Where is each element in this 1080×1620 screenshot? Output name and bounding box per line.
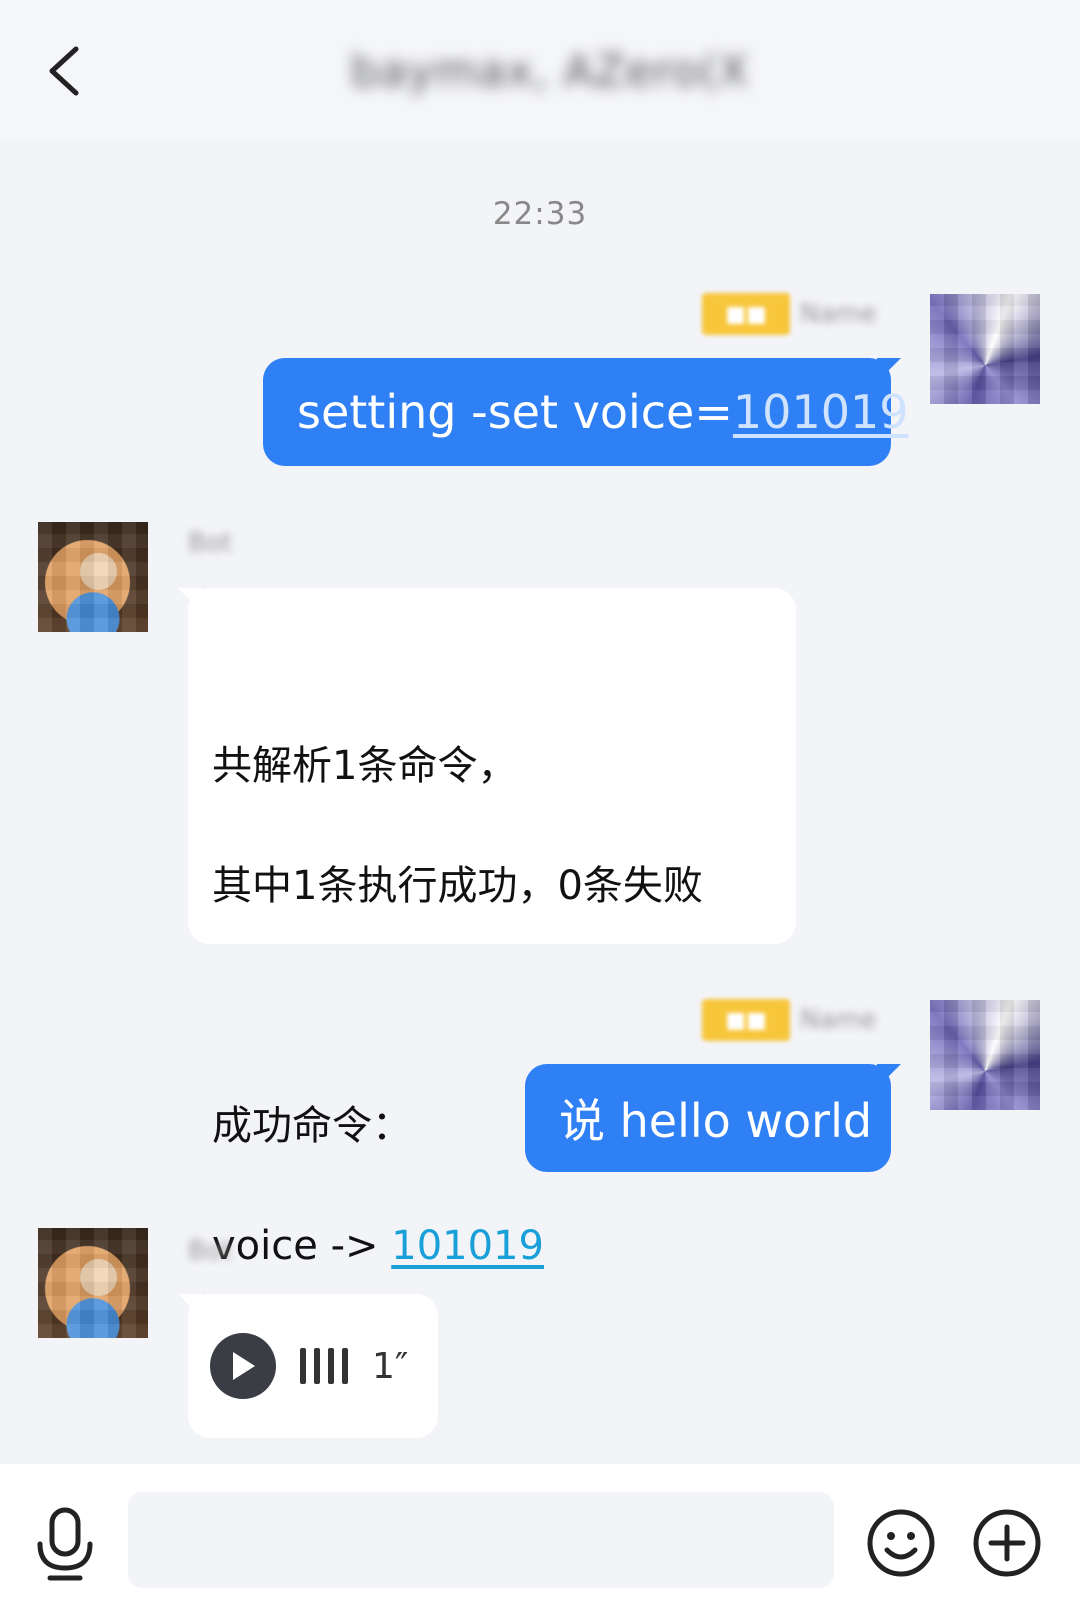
chat-header: baymax, AZero(X xyxy=(0,0,1080,138)
avatar[interactable] xyxy=(930,294,1040,404)
smiley-icon xyxy=(867,1509,935,1577)
sender-name: Name xyxy=(800,299,877,329)
message-link[interactable]: 101019 xyxy=(391,1223,544,1269)
message-text: 说 hello world xyxy=(559,1094,873,1148)
avatar[interactable] xyxy=(38,1228,148,1338)
sender-row: ■■ Name xyxy=(702,998,877,1042)
sender-name: Bot xyxy=(188,528,232,558)
avatar[interactable] xyxy=(930,1000,1040,1110)
play-button[interactable] xyxy=(210,1333,276,1399)
emoji-button[interactable] xyxy=(866,1508,936,1578)
message-text: setting -set voice= xyxy=(297,385,733,439)
voice-input-button[interactable] xyxy=(30,1506,100,1582)
member-title-badge: ■■ xyxy=(702,293,790,335)
back-button[interactable] xyxy=(36,38,92,104)
member-title-badge: ■■ xyxy=(702,999,790,1041)
chat-title[interactable]: baymax, AZero(X xyxy=(300,38,800,104)
message-line: 共解析1条命令， xyxy=(212,743,518,789)
message-line: 其中1条执行成功，0条失败 xyxy=(212,863,703,909)
message-bubble-outgoing[interactable]: 说 hello world xyxy=(525,1064,901,1172)
chevron-left-icon xyxy=(49,46,79,96)
input-bar xyxy=(0,1464,1080,1620)
voice-duration: 1″ xyxy=(372,1345,409,1387)
message-bubble-outgoing[interactable]: setting -set voice= 101019 xyxy=(263,358,909,466)
message-timestamp: 22:33 xyxy=(492,196,588,232)
more-actions-button[interactable] xyxy=(972,1508,1042,1578)
message-line: voice -> 101019 xyxy=(212,1223,544,1269)
sender-row: ■■ Name xyxy=(702,292,877,336)
sender-name: Name xyxy=(800,1005,877,1035)
sender-name: Bot xyxy=(188,1236,232,1266)
play-icon xyxy=(233,1352,255,1380)
voice-message-bubble[interactable]: 1″ xyxy=(178,1294,438,1438)
waveform-icon xyxy=(300,1348,348,1384)
microphone-icon xyxy=(37,1507,93,1581)
plus-circle-icon xyxy=(973,1509,1041,1577)
message-link[interactable]: 101019 xyxy=(733,385,909,439)
message-input[interactable] xyxy=(128,1492,834,1588)
message-bubble-incoming[interactable]: 共解析1条命令， 其中1条执行成功，0条失败 成功命令： voice -> 10… xyxy=(178,588,796,1269)
avatar[interactable] xyxy=(38,522,148,632)
